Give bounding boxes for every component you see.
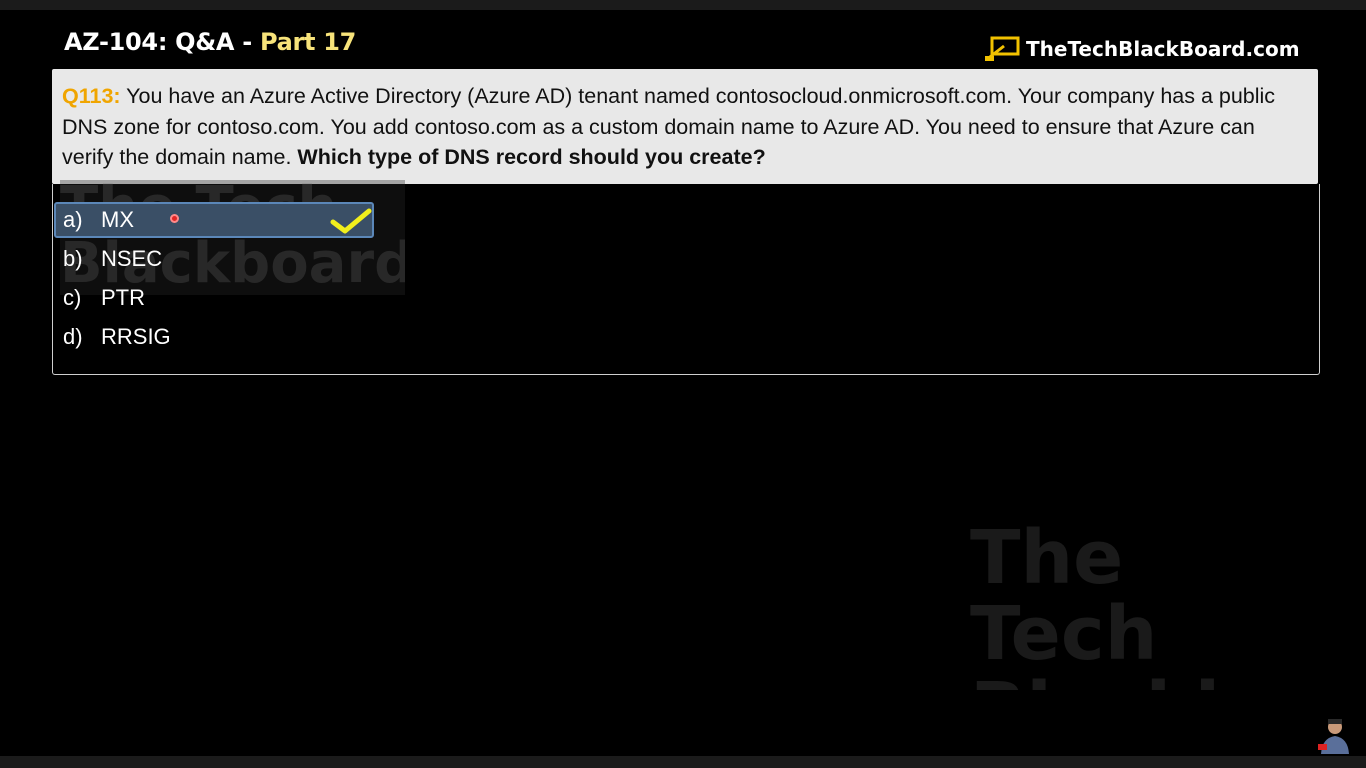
question-number: Q113: [62, 84, 121, 108]
question-ask: Which type of DNS record should you crea… [297, 145, 766, 169]
option-a[interactable]: a) MX [54, 202, 374, 238]
page-title: AZ-104: Q&A - Part 17 [64, 28, 356, 56]
option-letter: a) [63, 207, 83, 232]
top-strip [0, 0, 1366, 10]
watermark-line1: The Tech [970, 520, 1158, 677]
cursor-pointer-icon [170, 214, 179, 223]
option-letter: d) [63, 324, 83, 349]
option-text: PTR [101, 285, 145, 310]
presenter-avatar-icon [1318, 719, 1349, 754]
checkmark-icon [330, 208, 372, 234]
option-letter: b) [63, 246, 83, 271]
option-c[interactable]: c) PTR [54, 280, 374, 316]
option-text: NSEC [101, 246, 163, 271]
brand-name: TheTechBlackBoard.com [1026, 37, 1300, 61]
option-d[interactable]: d) RRSIG [54, 319, 374, 355]
brand: TheTechBlackBoard.com [984, 36, 1300, 62]
blackboard-logo-icon [985, 36, 1020, 62]
option-letter: c) [63, 285, 82, 310]
watermark-line2: Blackboard [970, 672, 1315, 690]
title-part: Part 17 [259, 28, 357, 56]
bottom-strip [0, 756, 1366, 768]
option-text: MX [101, 207, 134, 232]
option-text: RRSIG [101, 324, 171, 349]
option-b[interactable]: b) NSEC [54, 241, 374, 277]
title-main: AZ-104: Q&A - [64, 28, 260, 56]
question-box: Q113: You have an Azure Active Directory… [52, 69, 1318, 184]
watermark-logo: The Tech Blackboard [970, 520, 1315, 690]
